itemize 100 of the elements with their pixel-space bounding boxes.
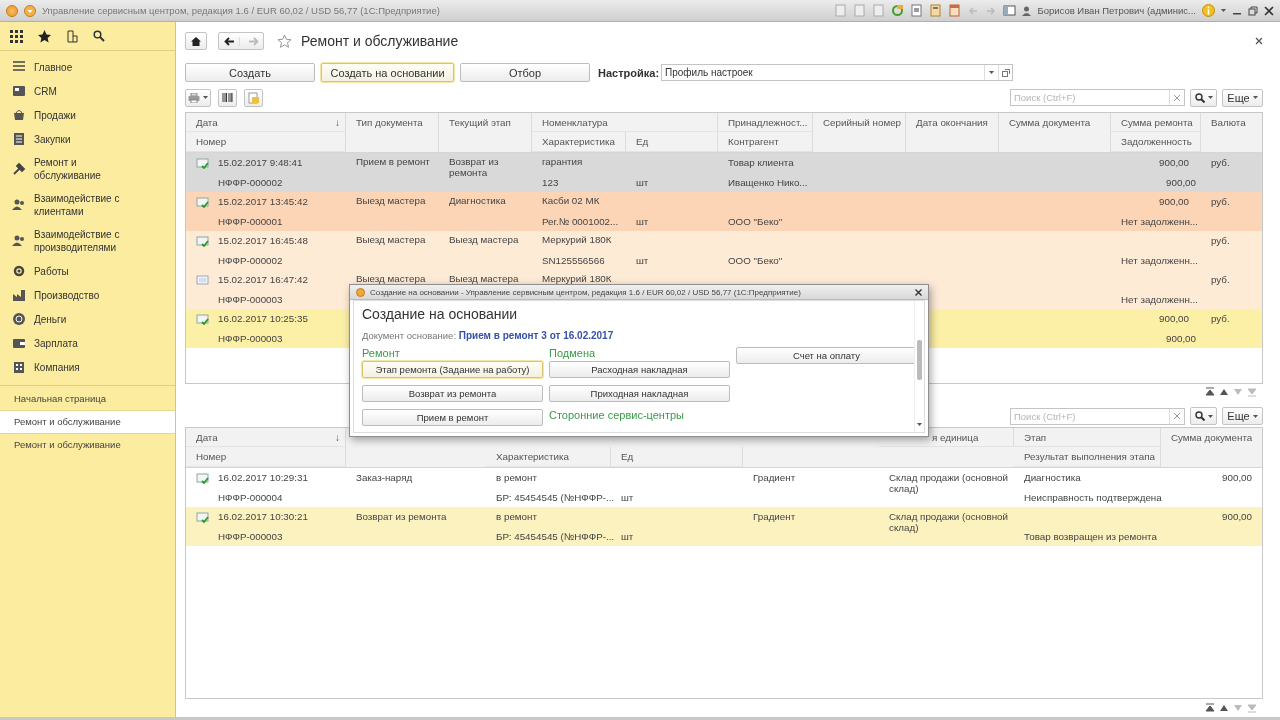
nav-item[interactable]: Компания	[0, 355, 175, 379]
scroll-down-button[interactable]	[1233, 387, 1243, 397]
column-header[interactable]: Результат выполнения этапа	[1014, 447, 1161, 467]
search-button[interactable]	[1190, 88, 1217, 107]
settings-label: Настройка:	[598, 66, 660, 79]
nav-item[interactable]: Зарплата	[0, 331, 175, 355]
close-icon[interactable]	[1255, 37, 1263, 45]
print-button[interactable]	[185, 88, 211, 107]
open-window-tab[interactable]: Ремонт и обслуживание	[0, 434, 175, 456]
nav-item[interactable]: Деньги	[0, 307, 175, 331]
column-header[interactable]: Ед	[611, 447, 743, 467]
table-cell-text: НФФР-000004	[217, 490, 284, 505]
column-header[interactable]: Сумма документа	[1161, 428, 1262, 467]
column-header[interactable]: Этап	[1014, 428, 1161, 447]
column-header[interactable]: Текущий этап	[439, 113, 532, 152]
column-header[interactable]: Ед	[626, 132, 718, 152]
create-button[interactable]: Расходная накладная	[549, 361, 730, 378]
basis-link[interactable]: Прием в ремонт 3 от 16.02.2017	[458, 330, 614, 341]
column-header[interactable]: Номенклатура	[532, 113, 718, 132]
scroll-up-button[interactable]	[1219, 703, 1229, 713]
more-button[interactable]: Еще	[1222, 407, 1263, 425]
settings-select[interactable]: Профиль настроек	[661, 64, 1014, 81]
user-name[interactable]: Борисов Иван Петрович (админис...	[1037, 5, 1196, 16]
scroll-top-button[interactable]	[1205, 703, 1215, 713]
table-row[interactable]: 15.02.2017 9:48:41 НФФР-000002 Прием в ремонт Возврат из ремонта гарантия 123 шт Товар клиента Иващенко Нико... 900,00 900,00 руб.	[186, 153, 1262, 192]
column-header[interactable]: Тип документа	[346, 113, 439, 152]
info-icon[interactable]	[1202, 4, 1215, 17]
column-header[interactable]: Сумма ремонта	[1111, 113, 1201, 132]
more-button[interactable]: Еще	[1222, 88, 1263, 107]
open-window-tab[interactable]: Начальная страница	[0, 388, 175, 410]
column-header[interactable]: Валюта	[1201, 113, 1262, 152]
column-header[interactable]: Номер	[186, 447, 346, 467]
create-button[interactable]: Приходная накладная	[549, 385, 730, 402]
report-button[interactable]	[244, 88, 263, 107]
column-header[interactable]: Задолженность	[1111, 132, 1201, 152]
nav-item[interactable]: Закупки	[0, 127, 175, 151]
search-button[interactable]	[1190, 407, 1217, 425]
create-button[interactable]: Этап ремонта (Задание на работу)	[362, 361, 543, 378]
nav-item[interactable]: Главное	[0, 55, 175, 79]
nav-item[interactable]: Производство	[0, 283, 175, 307]
scrollbar-thumb[interactable]	[917, 339, 922, 380]
clear-icon[interactable]	[1174, 94, 1180, 101]
column-header[interactable]: Характеристика	[486, 447, 611, 467]
nav-item[interactable]: Продажи	[0, 103, 175, 127]
column-header[interactable]: Дата ↓	[186, 113, 346, 132]
scroll-bottom-button[interactable]	[1247, 703, 1257, 713]
create-button[interactable]: Прием в ремонт	[362, 409, 543, 426]
column-header[interactable]: Принадлежност...	[718, 113, 813, 132]
column-header[interactable]: Контрагент	[718, 132, 813, 152]
close-icon[interactable]	[1264, 5, 1274, 16]
column-header[interactable]: Характеристика	[532, 132, 626, 152]
close-icon[interactable]	[915, 288, 922, 296]
table-cell-text: Диагностика	[448, 194, 507, 206]
nav-item[interactable]: Взаимодействие с клиентами	[0, 187, 175, 223]
home-button[interactable]	[185, 32, 207, 50]
scroll-up-button[interactable]	[1219, 387, 1229, 397]
nav-item[interactable]: Взаимодействие с производителями	[0, 223, 175, 259]
refresh-icon[interactable]	[891, 4, 905, 17]
table-cell-text: Неисправность подтверждена	[1023, 490, 1161, 505]
scroll-bottom-button[interactable]	[1247, 387, 1257, 397]
caret-icon[interactable]	[1221, 9, 1226, 12]
apps-icon[interactable]	[10, 29, 23, 43]
panel-icon[interactable]	[1003, 4, 1017, 17]
star-icon[interactable]	[277, 33, 292, 49]
star-icon[interactable]	[38, 29, 51, 43]
calendar-icon[interactable]	[948, 4, 962, 17]
search-icon[interactable]	[93, 30, 105, 42]
create-button[interactable]: Счет на оплату	[736, 347, 914, 364]
column-header[interactable]: Номер	[186, 132, 346, 152]
restore-icon[interactable]	[1248, 5, 1258, 16]
document-icon[interactable]	[872, 4, 886, 17]
table-row[interactable]: 16.02.2017 10:30:21 НФФР-000003 Возврат из ремонта в ремонт БР: 45454545 (№НФФР-... шт Градиент Склад продажи (основной склад) Товар возвращен из ремонта 900,00	[186, 507, 1262, 546]
barcode-button[interactable]	[218, 88, 237, 107]
clear-icon[interactable]	[1174, 413, 1180, 419]
column-header[interactable]: Дата ↓	[186, 428, 346, 447]
scroll-top-button[interactable]	[1205, 387, 1215, 397]
group-title: Подмена	[549, 347, 597, 361]
scroll-down-button[interactable]	[1233, 703, 1243, 713]
nav-item[interactable]: Работы	[0, 259, 175, 283]
column-header[interactable]: Серийный номер	[813, 113, 906, 152]
search-field[interactable]: Поиск (Ctrl+F)	[1010, 407, 1185, 425]
table-cell-text: Диагностика	[1023, 471, 1082, 485]
nav-item[interactable]: CRM	[0, 79, 175, 103]
table-row[interactable]: 15.02.2017 16:45:48 НФФР-000002 Выезд мастера Выезд мастера Меркурий 180К SN125556566 шт ООО "Беко" Нет задолженн... руб.	[186, 231, 1262, 270]
search-field[interactable]: Поиск (Ctrl+F)	[1010, 89, 1185, 106]
create-button[interactable]: Возврат из ремонта	[362, 385, 543, 402]
document-icon[interactable]	[834, 4, 848, 17]
open-window-tab[interactable]: Ремонт и обслуживание	[0, 410, 175, 434]
document-icon[interactable]	[853, 4, 867, 17]
factory-icon	[12, 288, 26, 302]
toolbar-button[interactable]: Отбор	[460, 63, 590, 82]
dropdown-icon[interactable]	[24, 4, 36, 17]
sort-arrow: ↓	[335, 432, 340, 445]
document-icon[interactable]	[910, 4, 924, 17]
nav-item[interactable]: Ремонт и обслуживание	[0, 151, 175, 187]
column-header[interactable]: Сумма документа	[999, 113, 1111, 152]
toolbar-button[interactable]: Создать	[185, 63, 315, 82]
column-header[interactable]: Дата окончания	[906, 113, 999, 152]
table-row[interactable]: 15.02.2017 13:45:42 НФФР-000001 Выезд мастера Диагностика Касби 02 МК Рег.№ 0001002... шт ООО "Беко" 900,00 Нет задолженн... руб.	[186, 192, 1262, 231]
toolbar-button[interactable]: Создать на основании	[321, 63, 454, 82]
